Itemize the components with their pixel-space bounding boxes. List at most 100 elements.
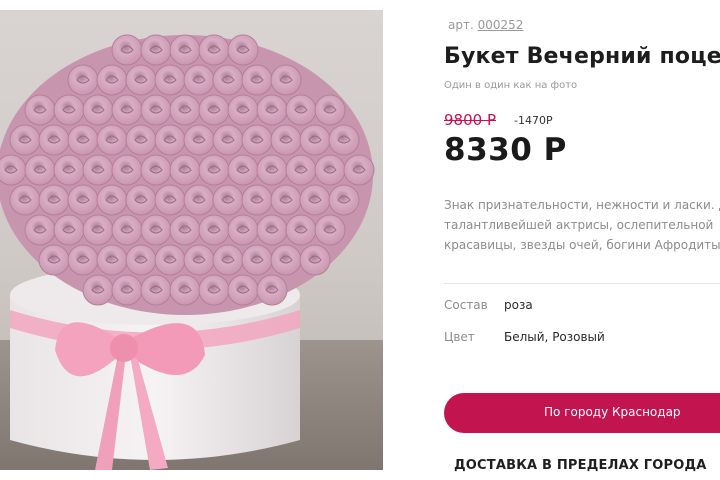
rose-bud	[198, 274, 230, 306]
description-line: Знак признательности, нежности и ласки. …	[444, 198, 720, 212]
rose-bud	[154, 64, 186, 96]
rose-bud	[9, 184, 41, 216]
rose-bud	[169, 94, 201, 126]
rose-bud	[38, 184, 70, 216]
old-price: 9800 Р	[444, 111, 496, 129]
rose-bud	[154, 124, 186, 156]
rose-bud	[198, 34, 230, 66]
rose-bud	[227, 214, 259, 246]
rose-bud	[227, 94, 259, 126]
rose-bouquet-image	[0, 34, 383, 470]
product-description: Знак признательности, нежности и ласки. …	[444, 195, 720, 255]
rose-bud	[24, 154, 56, 186]
rose-bud	[125, 244, 157, 276]
rose-bud	[82, 154, 114, 186]
description-line: красавицы, звезды очей, богини Афродиты	[444, 238, 720, 252]
rose-bud	[67, 184, 99, 216]
rose-bud	[270, 184, 302, 216]
rose-bud	[212, 124, 244, 156]
rose-bud	[183, 184, 215, 216]
rose-bud	[53, 94, 85, 126]
rose-bud	[53, 214, 85, 246]
rose-bud	[227, 274, 259, 306]
rose-bud	[140, 94, 172, 126]
spec-value-color: Белый, Розовый	[504, 330, 605, 344]
rose-bud	[183, 64, 215, 96]
rose-bud	[285, 214, 317, 246]
rose-bud	[96, 64, 128, 96]
rose-bud	[125, 64, 157, 96]
sku-label: арт.	[448, 18, 474, 32]
rose-bud	[169, 214, 201, 246]
rose-bud	[111, 34, 143, 66]
rose-bud	[96, 124, 128, 156]
rose-bud	[285, 94, 317, 126]
rose-bud	[299, 244, 331, 276]
rose-bud	[241, 64, 273, 96]
product-title: Букет Вечерний поце	[444, 44, 720, 69]
rose-bud	[111, 94, 143, 126]
description-line: талантливейшей актрисы, ослепительной	[444, 218, 714, 232]
rose-bud	[212, 184, 244, 216]
current-price: 8330 Р	[444, 132, 567, 168]
delivery-city-button[interactable]: По городу Краснодар	[444, 393, 720, 433]
rose-bud	[241, 124, 273, 156]
rose-bud	[111, 214, 143, 246]
city-button-label: По городу Краснодар	[544, 405, 681, 419]
rose-bud	[285, 154, 317, 186]
rose-bud	[169, 34, 201, 66]
rose-bud	[169, 154, 201, 186]
rose-bud	[328, 124, 360, 156]
rose-bud	[212, 244, 244, 276]
rose-bud	[140, 154, 172, 186]
rose-bud	[125, 184, 157, 216]
rose-bud	[227, 154, 259, 186]
rose-bud	[154, 244, 186, 276]
rose-bud	[67, 244, 99, 276]
rose-bud	[140, 274, 172, 306]
rose-bud	[256, 274, 288, 306]
rose-bud	[38, 124, 70, 156]
rose-bud	[256, 94, 288, 126]
rose-bud	[343, 154, 375, 186]
rose-bud	[241, 244, 273, 276]
rose-bud	[154, 184, 186, 216]
rose-bud	[111, 154, 143, 186]
divider	[444, 283, 720, 284]
delivery-heading: ДОСТАВКА В ПРЕДЕЛАХ ГОРОДА	[454, 458, 707, 473]
rose-bud	[96, 184, 128, 216]
rose-bud	[183, 124, 215, 156]
product-info: арт. 000252 Букет Вечерний поце Один в о…	[444, 0, 720, 480]
rose-bud	[82, 94, 114, 126]
rose-bud	[140, 214, 172, 246]
rose-bud	[0, 154, 27, 186]
discount-badge: -1470Р	[514, 114, 553, 127]
rose-bud	[67, 64, 99, 96]
rose-bud	[82, 274, 114, 306]
rose-bud	[299, 124, 331, 156]
rose-bud	[140, 34, 172, 66]
rose-bud	[241, 184, 273, 216]
rose-bud	[328, 184, 360, 216]
spec-label-color: Цвет	[444, 330, 475, 344]
rose-bud	[256, 214, 288, 246]
rose-bud	[198, 214, 230, 246]
rose-bud	[314, 154, 346, 186]
rose-bud	[314, 94, 346, 126]
spec-label-composition: Состав	[444, 298, 488, 312]
product-photo[interactable]	[0, 10, 383, 470]
sku-link[interactable]: 000252	[478, 18, 524, 32]
rose-bud	[67, 124, 99, 156]
rose-bud	[96, 244, 128, 276]
rose-bud	[227, 34, 259, 66]
rose-bud	[198, 154, 230, 186]
rose-bud	[125, 124, 157, 156]
rose-bud	[299, 184, 331, 216]
rose-bud	[169, 274, 201, 306]
rose-bud	[24, 94, 56, 126]
rose-bud	[24, 214, 56, 246]
rose-bud	[314, 214, 346, 246]
rose-bud	[256, 154, 288, 186]
rose-bud	[111, 274, 143, 306]
product-subtitle: Один в один как на фото	[444, 80, 578, 91]
